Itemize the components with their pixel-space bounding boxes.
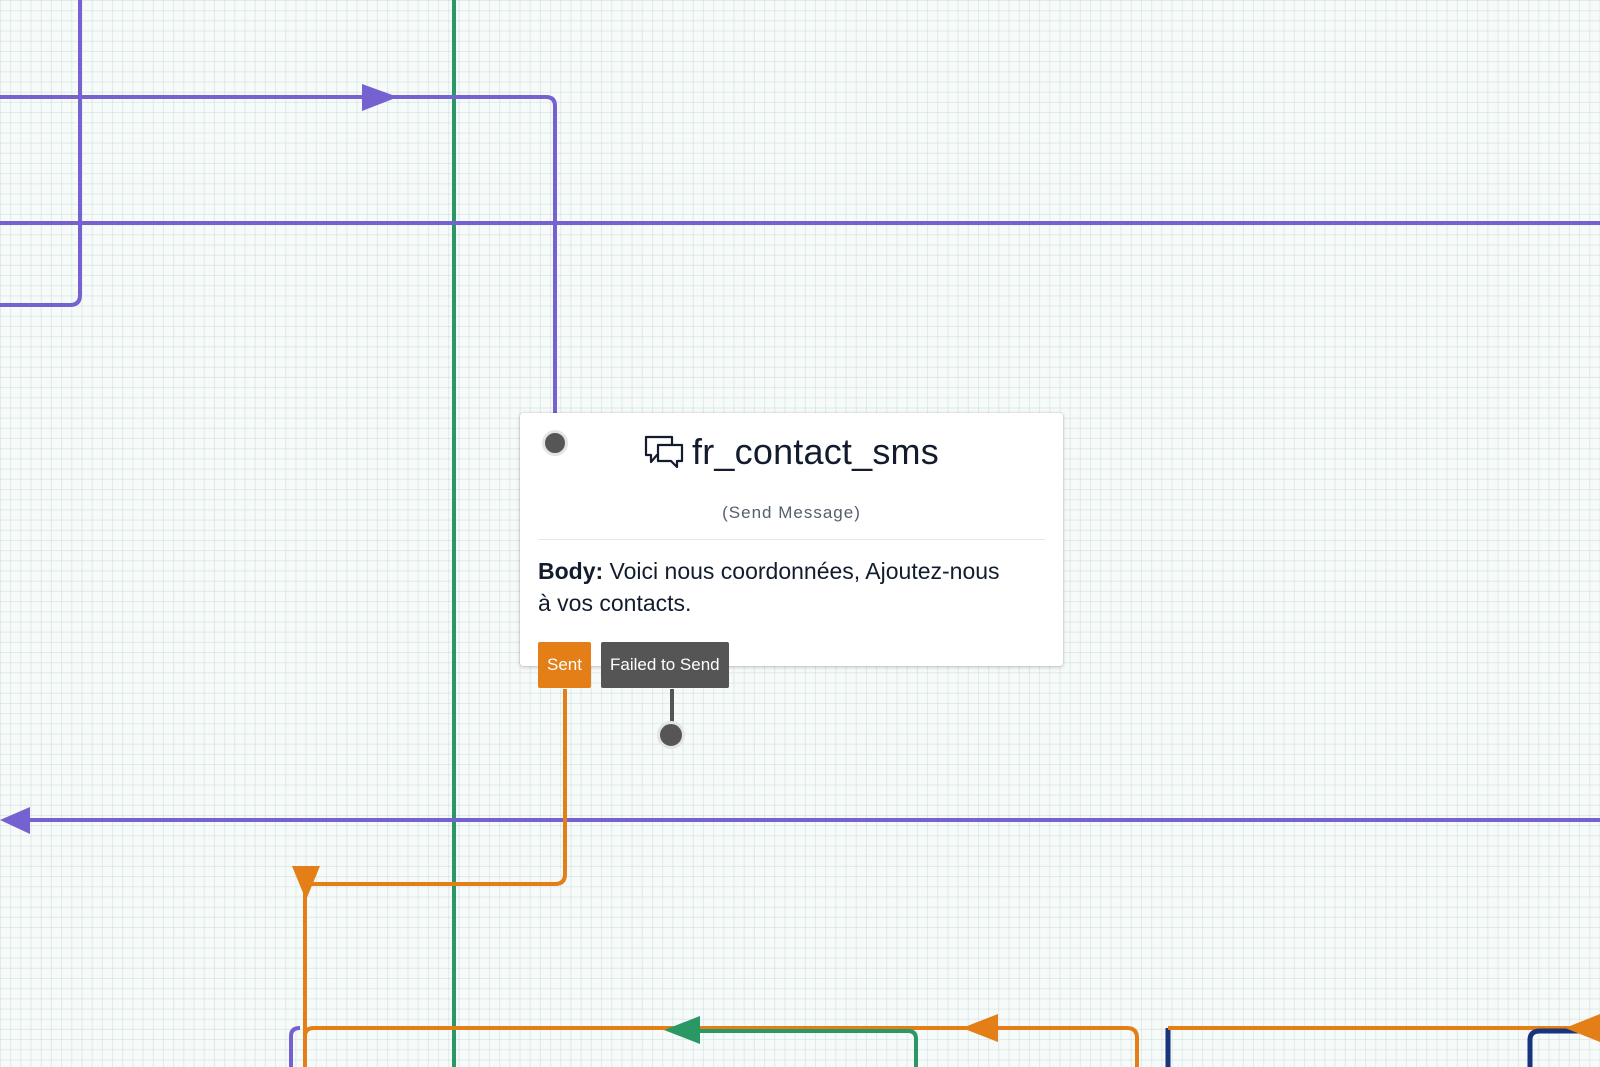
send-message-widget[interactable]: fr_contact_sms (Send Message) Body: Voic… (520, 413, 1063, 688)
widget-body: Body: Voici nous coordonnées, Ajoutez-no… (538, 555, 1018, 619)
connector-orange-bottom[interactable] (303, 1026, 1139, 1067)
transition-failed-to-send[interactable]: Failed to Send (600, 642, 729, 688)
failed-outlet-handle[interactable] (657, 721, 685, 749)
flow-canvas[interactable]: fr_contact_sms (Send Message) Body: Voic… (0, 0, 1600, 1067)
body-text: Voici nous coordonnées, Ajoutez-nous à v… (538, 558, 1000, 616)
transition-sent[interactable]: Sent (538, 642, 591, 688)
arrow-left-icon (664, 1016, 700, 1044)
widget-header: fr_contact_sms (520, 431, 1063, 473)
connector-purple-bottom[interactable] (289, 1026, 301, 1067)
arrow-left-icon (0, 807, 30, 834)
chat-bubbles-icon (644, 435, 684, 469)
arrow-right-icon (362, 84, 398, 111)
connector-purple-left-bend[interactable] (0, 0, 82, 307)
arrow-left-icon (962, 1014, 998, 1042)
body-label: Body: (538, 558, 604, 584)
widget-name: fr_contact_sms (692, 431, 939, 472)
divider (538, 539, 1045, 540)
connector-orange-sent[interactable] (303, 689, 567, 1067)
connector-green-bottom[interactable] (700, 1029, 918, 1067)
arrow-left-icon (1565, 1014, 1600, 1042)
connector-purple-into-widget[interactable] (0, 95, 557, 413)
widget-type-label: (Send Message) (722, 503, 861, 522)
widget-transitions: Sent Failed to Send (538, 642, 729, 688)
